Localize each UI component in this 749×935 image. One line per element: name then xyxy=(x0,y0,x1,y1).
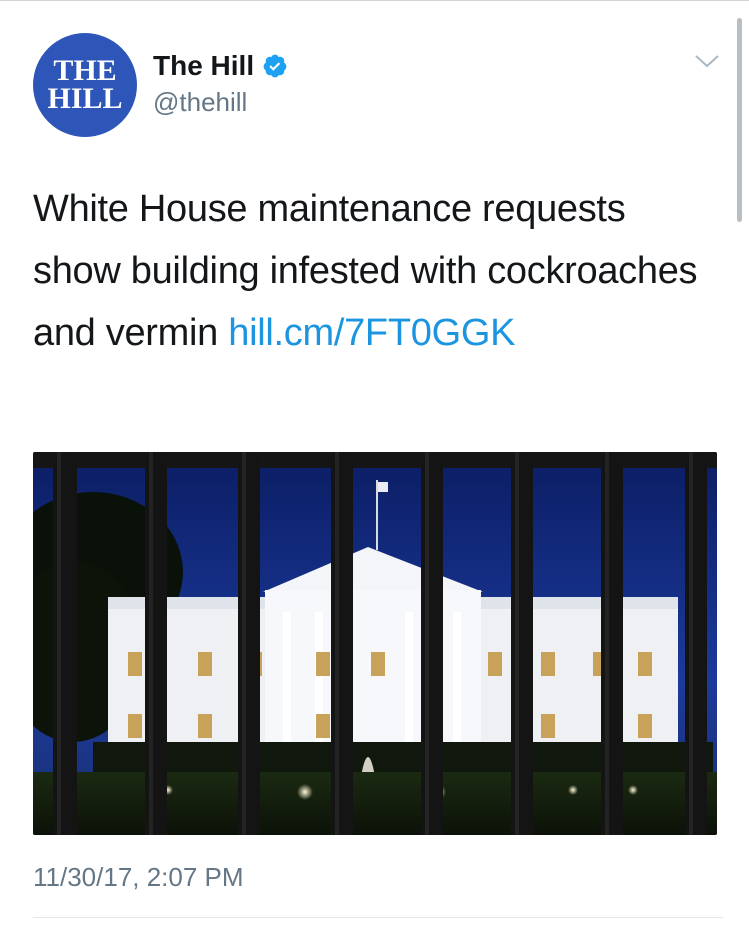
avatar-logo-line2: HILL xyxy=(47,82,123,115)
scrollbar[interactable] xyxy=(737,18,742,222)
author-block[interactable]: The Hill @thehill xyxy=(153,49,288,118)
tweet-card: THE HILL The Hill @thehill White House m… xyxy=(0,0,749,935)
display-name[interactable]: The Hill xyxy=(153,50,254,82)
tweet-timestamp[interactable]: 11/30/17, 2:07 PM xyxy=(33,862,244,893)
tweet-text: White House maintenance requests show bu… xyxy=(33,178,723,364)
chevron-down-icon[interactable] xyxy=(694,52,720,70)
tweet-link[interactable]: hill.cm/7FT0GGK xyxy=(228,312,515,354)
avatar[interactable]: THE HILL xyxy=(33,33,137,137)
verified-badge-icon xyxy=(263,54,287,78)
white-house-photo xyxy=(33,452,717,835)
tweet-photo[interactable] xyxy=(33,452,717,835)
divider xyxy=(33,917,723,918)
tweet-header: THE HILL The Hill @thehill xyxy=(33,33,723,137)
handle[interactable]: @thehill xyxy=(153,87,288,118)
divider xyxy=(0,0,749,1)
avatar-logo-line1: THE xyxy=(53,54,117,88)
name-row: The Hill xyxy=(153,49,288,83)
